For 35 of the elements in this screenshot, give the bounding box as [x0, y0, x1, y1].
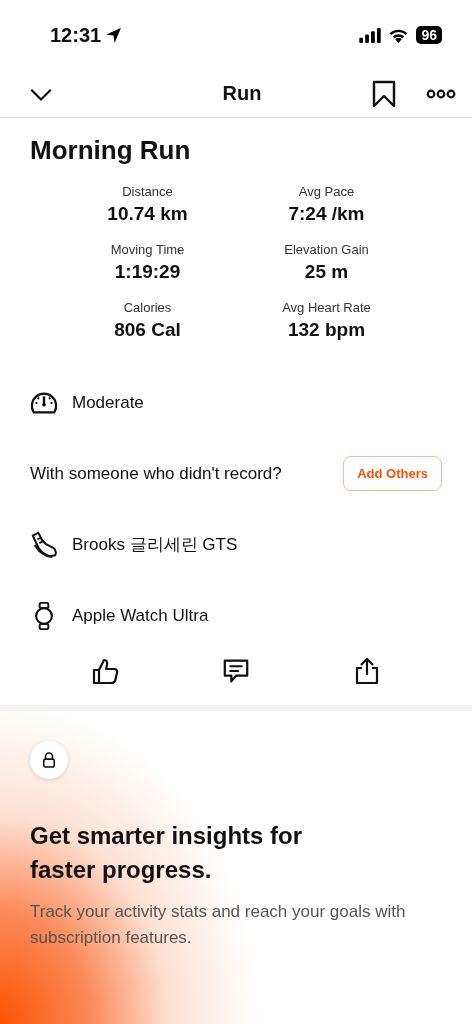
signal-icon — [359, 27, 382, 43]
detail-text: Apple Watch Ultra — [72, 605, 209, 626]
stat-value: 1:19:29 — [113, 261, 182, 283]
comment-icon — [222, 657, 250, 685]
bookmark-icon — [372, 79, 396, 108]
stat-label: Moving Time — [109, 242, 186, 257]
stat-label: Calories — [122, 300, 173, 315]
status-time: 12:31 — [50, 23, 102, 47]
stat-value: 806 Cal — [113, 319, 182, 341]
detail-text: Brooks 글리세린 GTS — [72, 534, 238, 556]
battery-indicator: 96 — [416, 26, 442, 44]
stat-value: 25 m — [303, 261, 350, 283]
thumbs-up-icon — [91, 657, 120, 685]
detail-text: Moderate — [72, 392, 144, 413]
stat-label: Avg Heart Rate — [281, 300, 372, 315]
stat-value: 10.74 km — [106, 203, 189, 225]
promo-text: Track your activity stats and reach your goals with subscription features. — [30, 901, 407, 949]
activity-title: Morning Run — [30, 135, 192, 166]
comment-button[interactable] — [222, 657, 250, 685]
stat-value: 7:24 /km — [287, 203, 366, 225]
stat-label: Elevation Gain — [283, 242, 370, 257]
more-icon — [426, 87, 456, 100]
add-others-button[interactable]: Add Others — [343, 456, 442, 491]
more-button[interactable] — [426, 87, 456, 100]
screen-title: Run — [221, 82, 263, 105]
wifi-icon — [388, 27, 410, 43]
promo-title: Get smarter insights for faster progress. — [30, 821, 304, 885]
stat-label: Avg Pace — [297, 184, 356, 199]
stat-label: Distance — [121, 184, 174, 199]
prompt-text: With someone who didn't record? — [30, 463, 282, 484]
location-arrow-icon — [105, 26, 123, 44]
like-button[interactable] — [91, 657, 120, 685]
stat-value: 132 bpm — [286, 319, 367, 341]
shoe-icon — [30, 530, 58, 559]
lock-icon — [42, 752, 56, 768]
